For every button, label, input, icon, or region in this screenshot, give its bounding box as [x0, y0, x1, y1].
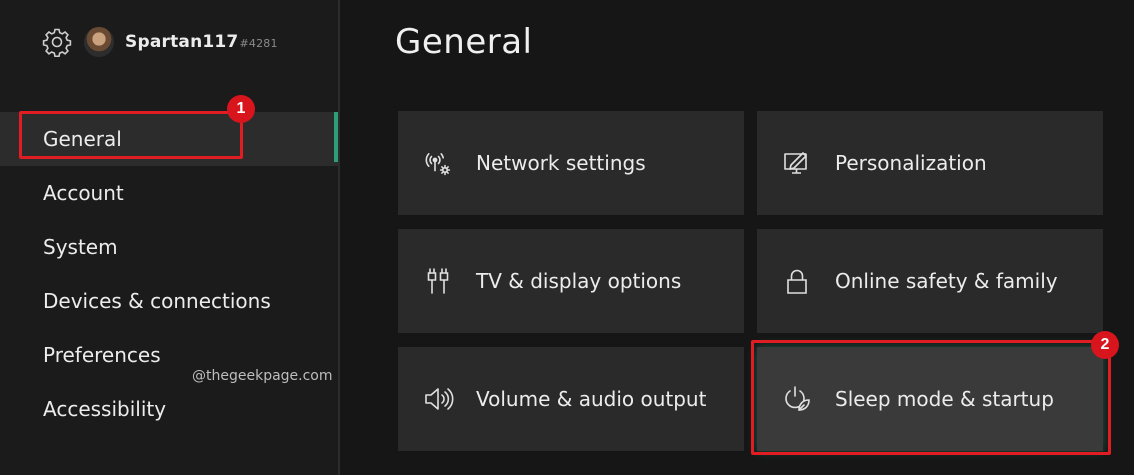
step-badge-2: 2 — [1091, 331, 1119, 359]
tv-display-icon — [422, 265, 454, 297]
network-icon — [422, 147, 454, 179]
nav-item-account[interactable]: Account — [0, 166, 338, 220]
nav-item-system[interactable]: System — [0, 220, 338, 274]
profile-bar: Spartan117#4281 — [42, 26, 278, 58]
tile-label: TV & display options — [476, 269, 682, 293]
highlight-box-sleep-mode — [751, 340, 1111, 455]
tile-personalization[interactable]: Personalization — [757, 111, 1103, 215]
tile-label: Personalization — [835, 151, 987, 175]
tile-tv-display-options[interactable]: TV & display options — [398, 229, 744, 333]
step-badge-1: 1 — [227, 95, 255, 123]
personalization-icon — [781, 147, 813, 179]
nav-item-devices-connections[interactable]: Devices & connections — [0, 274, 338, 328]
highlight-box-general — [19, 111, 243, 159]
lock-icon — [781, 265, 813, 297]
speaker-icon — [422, 383, 454, 415]
tile-volume-audio-output[interactable]: Volume & audio output — [398, 347, 744, 451]
tile-online-safety-family[interactable]: Online safety & family — [757, 229, 1103, 333]
tile-label: Network settings — [476, 151, 646, 175]
watermark: @thegeekpage.com — [190, 368, 335, 384]
avatar[interactable] — [84, 27, 114, 57]
tile-label: Online safety & family — [835, 269, 1058, 293]
gamertag: Spartan117#4281 — [125, 32, 278, 52]
page-title: General — [395, 22, 533, 62]
tile-label: Volume & audio output — [476, 387, 707, 411]
nav-item-accessibility[interactable]: Accessibility — [0, 382, 338, 436]
gamertag-suffix: #4281 — [239, 37, 278, 50]
gear-icon[interactable] — [42, 27, 72, 57]
sidebar-divider — [338, 0, 340, 475]
tile-network-settings[interactable]: Network settings — [398, 111, 744, 215]
settings-nav: General Account System Devices & connect… — [0, 112, 338, 436]
